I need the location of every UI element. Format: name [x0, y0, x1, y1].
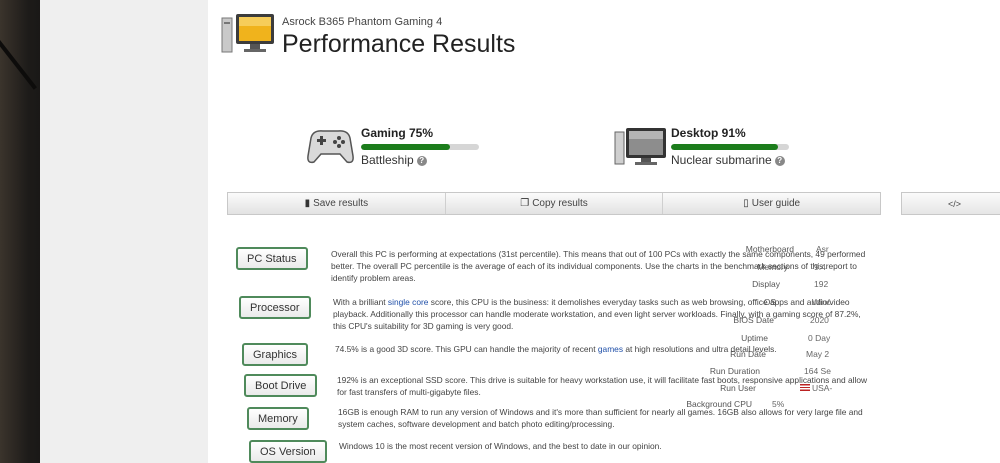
- processor-button[interactable]: Processor: [239, 296, 311, 319]
- info-key: Uptime: [741, 333, 768, 343]
- user-guide-button[interactable]: ▯ User guide: [663, 193, 880, 214]
- desktop-rank-text: Nuclear submarine?: [671, 153, 785, 167]
- desktop-score-bar: [671, 144, 789, 150]
- info-key: Display: [752, 279, 780, 289]
- info-value: USA-: [800, 383, 832, 393]
- save-results-label: Save results: [313, 198, 369, 209]
- info-key: Memory: [757, 262, 788, 272]
- processor-text-a: With a brilliant: [333, 297, 388, 307]
- run-user-value: USA-: [812, 383, 833, 393]
- graphics-text: 74.5% is a good 3D score. This GPU can h…: [335, 343, 875, 355]
- desktop-score-bar-fill: [671, 144, 779, 150]
- os-version-text: Windows 10 is the most recent version of…: [339, 441, 662, 451]
- info-key: Run Duration: [709, 366, 760, 376]
- save-results-button[interactable]: ▮ Save results: [228, 193, 446, 214]
- code-icon: </>: [947, 198, 961, 209]
- info-value: 9.4: [814, 262, 826, 272]
- boot-drive-button[interactable]: Boot Drive: [244, 374, 318, 397]
- os-version-button[interactable]: OS Version: [249, 440, 327, 463]
- computer-icon: [220, 12, 276, 58]
- info-value: 0 Day: [808, 333, 831, 343]
- help-icon[interactable]: ?: [416, 156, 427, 166]
- graphics-button[interactable]: Graphics: [242, 343, 309, 366]
- info-value: Asr: [816, 244, 829, 254]
- info-value: Winc: [812, 297, 831, 307]
- desktop-rank-label: Nuclear submarine: [671, 153, 772, 167]
- gaming-rank-text: Battleship?: [361, 153, 427, 167]
- info-key: Motherboard: [745, 244, 794, 254]
- bookmark-icon: ▮: [304, 198, 311, 209]
- gaming-score-bar: [361, 144, 479, 150]
- action-bar: ▮ Save results ❐ Copy results ▯ User gui…: [227, 192, 881, 215]
- gamepad-icon: [303, 122, 358, 168]
- gaming-rank-label: Battleship: [361, 153, 414, 167]
- desktop-score-label: Desktop 91%: [671, 126, 746, 140]
- memory-button[interactable]: Memory: [247, 407, 309, 430]
- info-value: 192: [814, 279, 829, 289]
- copy-results-label: Copy results: [532, 198, 588, 209]
- copy-results-button[interactable]: ❐ Copy results: [446, 193, 664, 214]
- embed-code-button[interactable]: </>: [901, 192, 1000, 215]
- gaming-score-label: Gaming 75%: [361, 126, 434, 140]
- single-core-link[interactable]: single core: [388, 297, 429, 307]
- us-flag-icon: [800, 384, 810, 391]
- desktop-monitor-icon: [613, 122, 668, 168]
- processor-text: With a brilliant single core score, this…: [333, 296, 873, 332]
- user-guide-label: User guide: [751, 198, 801, 209]
- games-link[interactable]: games: [598, 344, 623, 354]
- info-key: Run User: [720, 383, 756, 393]
- pc-status-button[interactable]: PC Status: [236, 247, 308, 270]
- machine-subtitle: Asrock B365 Phantom Gaming 4: [282, 16, 443, 28]
- boot-drive-text: 192% is an exceptional SSD score. This d…: [337, 375, 868, 397]
- left-margin: [40, 0, 208, 463]
- memory-text: 16GB is enough RAM to run any version of…: [338, 407, 863, 429]
- info-value: 164 Se: [804, 366, 831, 376]
- info-value: May 2: [806, 349, 830, 359]
- book-icon: ▯: [743, 198, 749, 209]
- info-key: OS: [763, 297, 776, 307]
- report-page: Asrock B365 Phantom Gaming 4 Performance…: [208, 0, 1000, 463]
- help-icon[interactable]: ?: [774, 156, 785, 166]
- info-value: 5%: [772, 399, 785, 409]
- info-key: BIOS Date: [733, 315, 774, 325]
- copy-icon: ❐: [520, 198, 530, 209]
- graphics-text-a: 74.5% is a good 3D score. This GPU can h…: [335, 344, 598, 354]
- info-key: Background CPU: [686, 399, 752, 409]
- info-key: Run Date: [730, 349, 766, 359]
- screen: Asrock B365 Phantom Gaming 4 Performance…: [40, 0, 1000, 463]
- gaming-score-bar-fill: [361, 144, 450, 150]
- info-value: 2020: [810, 315, 829, 325]
- page-title: Performance Results: [282, 30, 516, 58]
